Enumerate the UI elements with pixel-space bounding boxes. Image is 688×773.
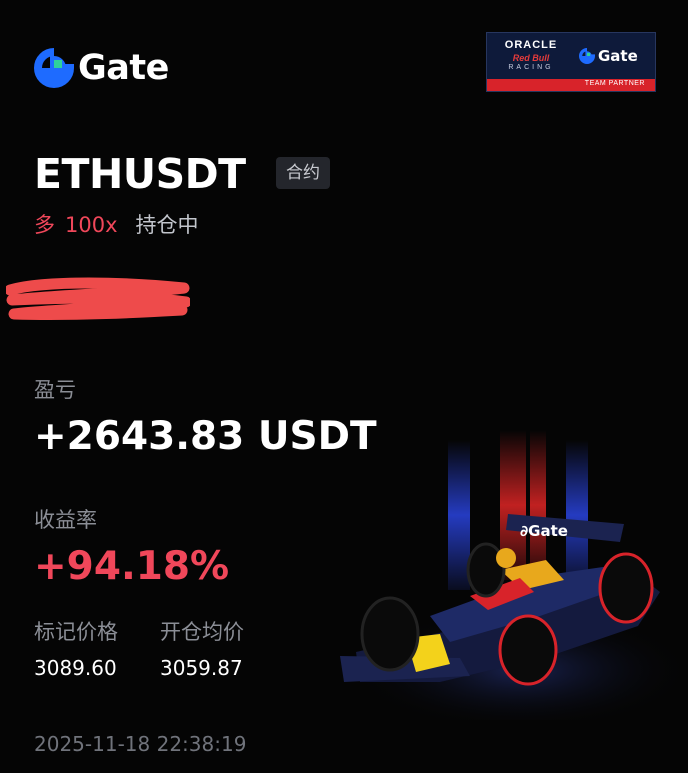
contract-type-tag: 合约 (276, 157, 330, 189)
partner-gate-logo: Gate (579, 47, 638, 65)
roi-label: 收益率 (34, 508, 97, 532)
mark-price-label: 标记价格 (34, 620, 118, 644)
entry-price-label: 开仓均价 (160, 620, 244, 644)
gate-logo-icon (579, 48, 595, 64)
position-status: 持仓中 (135, 213, 199, 237)
redacted-mark (6, 277, 190, 321)
leverage-value: 100x (65, 213, 118, 237)
gate-logo-icon (34, 48, 74, 88)
redbull-text: Red Bull (512, 53, 550, 63)
team-partner-strip: TEAM PARTNER (487, 79, 655, 91)
redbull-racing-logo: ORACLE Red Bull RACING (495, 39, 567, 71)
team-partner-text: TEAM PARTNER (584, 80, 645, 87)
timestamp: 2025-11-18 22:38:19 (34, 732, 247, 756)
partner-gate-name: Gate (598, 47, 638, 65)
symbol-title: ETHUSDT (34, 150, 246, 198)
position-info: 多 100x 持仓中 (34, 209, 199, 239)
oracle-text: ORACLE (504, 39, 558, 51)
partner-badge: ORACLE Red Bull RACING Gate TEAM PARTNER (486, 32, 656, 92)
racing-text: RACING (508, 64, 554, 71)
race-car-illustration: ∂Gate (340, 430, 688, 720)
brand-logo: Gate (34, 48, 169, 88)
pnl-label: 盈亏 (34, 378, 76, 402)
entry-price-value: 3059.87 (160, 656, 243, 680)
position-side: 多 (34, 213, 55, 237)
roi-value: +94.18% (34, 544, 230, 589)
svg-text:∂Gate: ∂Gate (520, 522, 568, 540)
brand-name: Gate (78, 48, 169, 88)
mark-price-value: 3089.60 (34, 656, 117, 680)
